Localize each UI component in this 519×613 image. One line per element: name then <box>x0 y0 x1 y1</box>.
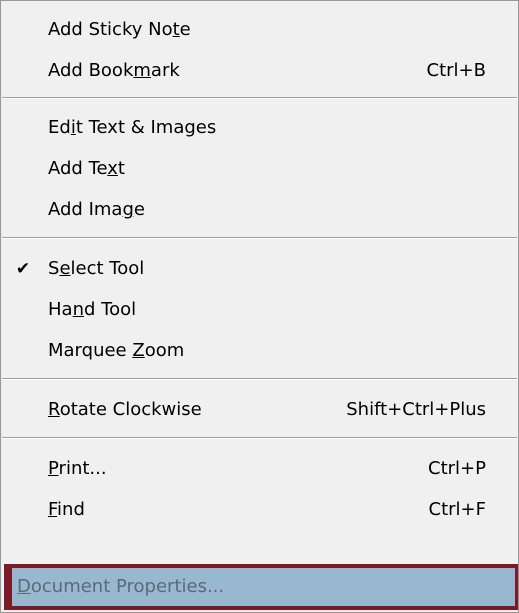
menu-separator <box>2 378 517 380</box>
context-menu: Add Sticky Note Add Bookmark Ctrl+B Edit… <box>0 0 519 613</box>
menu-item-add-bookmark[interactable]: Add Bookmark Ctrl+B <box>1 50 518 90</box>
menu-item-hand-tool[interactable]: Hand Tool <box>1 289 518 329</box>
menu-separator <box>2 437 517 439</box>
menu-item-label: Find <box>48 499 85 520</box>
menu-item-edit-text-images[interactable]: Edit Text & Images <box>1 107 518 147</box>
menu-item-label: Document Properties... <box>17 576 225 597</box>
menu-item-add-sticky-note[interactable]: Add Sticky Note <box>1 9 518 49</box>
menu-item-print[interactable]: Print... Ctrl+P <box>1 448 518 488</box>
menu-item-label: Edit Text & Images <box>48 117 217 138</box>
menu-item-label: Marquee Zoom <box>48 340 185 361</box>
menu-item-label: Hand Tool <box>48 299 137 320</box>
menu-item-shortcut: Ctrl+P <box>428 458 486 479</box>
checkmark-icon: ✔ <box>15 259 31 279</box>
menu-item-document-properties[interactable]: Document Properties... <box>12 568 515 606</box>
menu-item-label: Add Image <box>48 199 145 220</box>
menu-item-marquee-zoom[interactable]: Marquee Zoom <box>1 330 518 370</box>
menu-item-shortcut: Shift+Ctrl+Plus <box>346 399 486 420</box>
menu-item-shortcut: Ctrl+B <box>426 60 486 81</box>
menu-item-select-tool[interactable]: ✔ Select Tool <box>1 248 518 288</box>
menu-separator <box>2 237 517 239</box>
menu-item-find[interactable]: Find Ctrl+F <box>1 489 518 529</box>
menu-item-add-text[interactable]: Add Text <box>1 148 518 188</box>
menu-item-label: Add Text <box>48 158 125 179</box>
menu-item-shortcut: Ctrl+F <box>428 499 486 520</box>
menu-item-label: Print... <box>48 458 107 479</box>
menu-item-label: Add Bookmark <box>48 60 180 81</box>
menu-separator <box>2 97 517 99</box>
menu-item-rotate-clockwise[interactable]: Rotate Clockwise Shift+Ctrl+Plus <box>1 389 518 429</box>
menu-item-add-image[interactable]: Add Image <box>1 189 518 229</box>
menu-item-label: Select Tool <box>48 258 145 279</box>
menu-item-label: Add Sticky Note <box>48 19 191 40</box>
menu-item-label: Rotate Clockwise <box>48 399 202 420</box>
